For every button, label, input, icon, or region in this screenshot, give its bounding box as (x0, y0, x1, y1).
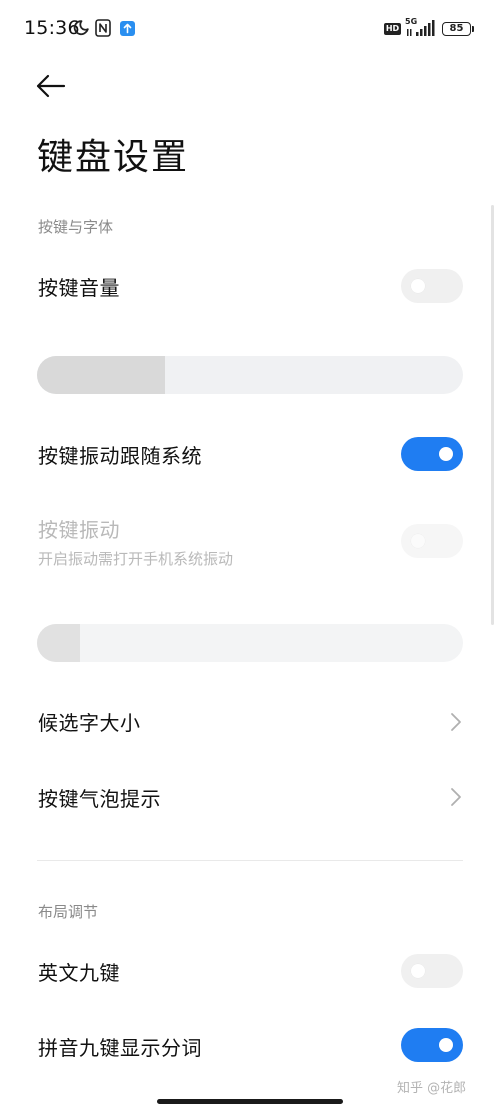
back-button[interactable] (30, 70, 70, 102)
chevron-right-icon (451, 713, 461, 731)
toggle-knob (411, 279, 425, 293)
section-divider (37, 860, 463, 861)
slider-fill (37, 356, 165, 394)
key-vibration-subtitle: 开启振动需打开手机系统振动 (38, 550, 234, 568)
app-notification-icon (120, 21, 135, 36)
key-vibration-toggle[interactable] (401, 524, 463, 558)
battery-icon: 85 (442, 22, 471, 36)
chevron-right-icon (451, 788, 461, 806)
key-volume-label: 按键音量 (38, 276, 120, 300)
toggle-knob (411, 964, 425, 978)
section-header-layout: 布局调节 (38, 903, 99, 921)
toggle-knob (439, 447, 453, 461)
pinyin-nine-key-split-toggle[interactable] (401, 1028, 463, 1062)
toggle-knob (439, 1038, 453, 1052)
hd-icon: HD (384, 23, 401, 35)
english-nine-key-toggle[interactable] (401, 954, 463, 988)
key-vibration-slider[interactable] (37, 624, 463, 662)
watermark: 知乎 @花郎 (397, 1081, 467, 1096)
status-time: 15:36 (24, 17, 80, 39)
vibration-follow-system-toggle[interactable] (401, 437, 463, 471)
home-indicator[interactable] (157, 1099, 343, 1104)
slider-fill (37, 624, 80, 662)
status-bar: 15:36 HD 5G 85 (0, 0, 500, 60)
vibration-follow-system-label: 按键振动跟随系统 (38, 444, 202, 468)
nfc-icon (95, 19, 111, 37)
key-volume-toggle[interactable] (401, 269, 463, 303)
english-nine-key-label: 英文九键 (38, 961, 120, 985)
key-volume-slider[interactable] (37, 356, 463, 394)
page-title: 键盘设置 (37, 137, 190, 178)
candidate-font-size-label[interactable]: 候选字大小 (38, 707, 141, 736)
pinyin-nine-key-split-label: 拼音九键显示分词 (38, 1036, 202, 1060)
key-bubble-hint-label[interactable]: 按键气泡提示 (38, 783, 161, 812)
toggle-knob (411, 534, 425, 548)
moon-icon (73, 20, 89, 36)
scrollbar[interactable] (491, 205, 494, 625)
key-vibration-label: 按键振动 (38, 518, 120, 542)
back-arrow-icon (36, 74, 66, 98)
signal-icon: 5G (405, 18, 437, 38)
section-header-keys-font: 按键与字体 (38, 218, 114, 236)
battery-tip (472, 26, 474, 32)
